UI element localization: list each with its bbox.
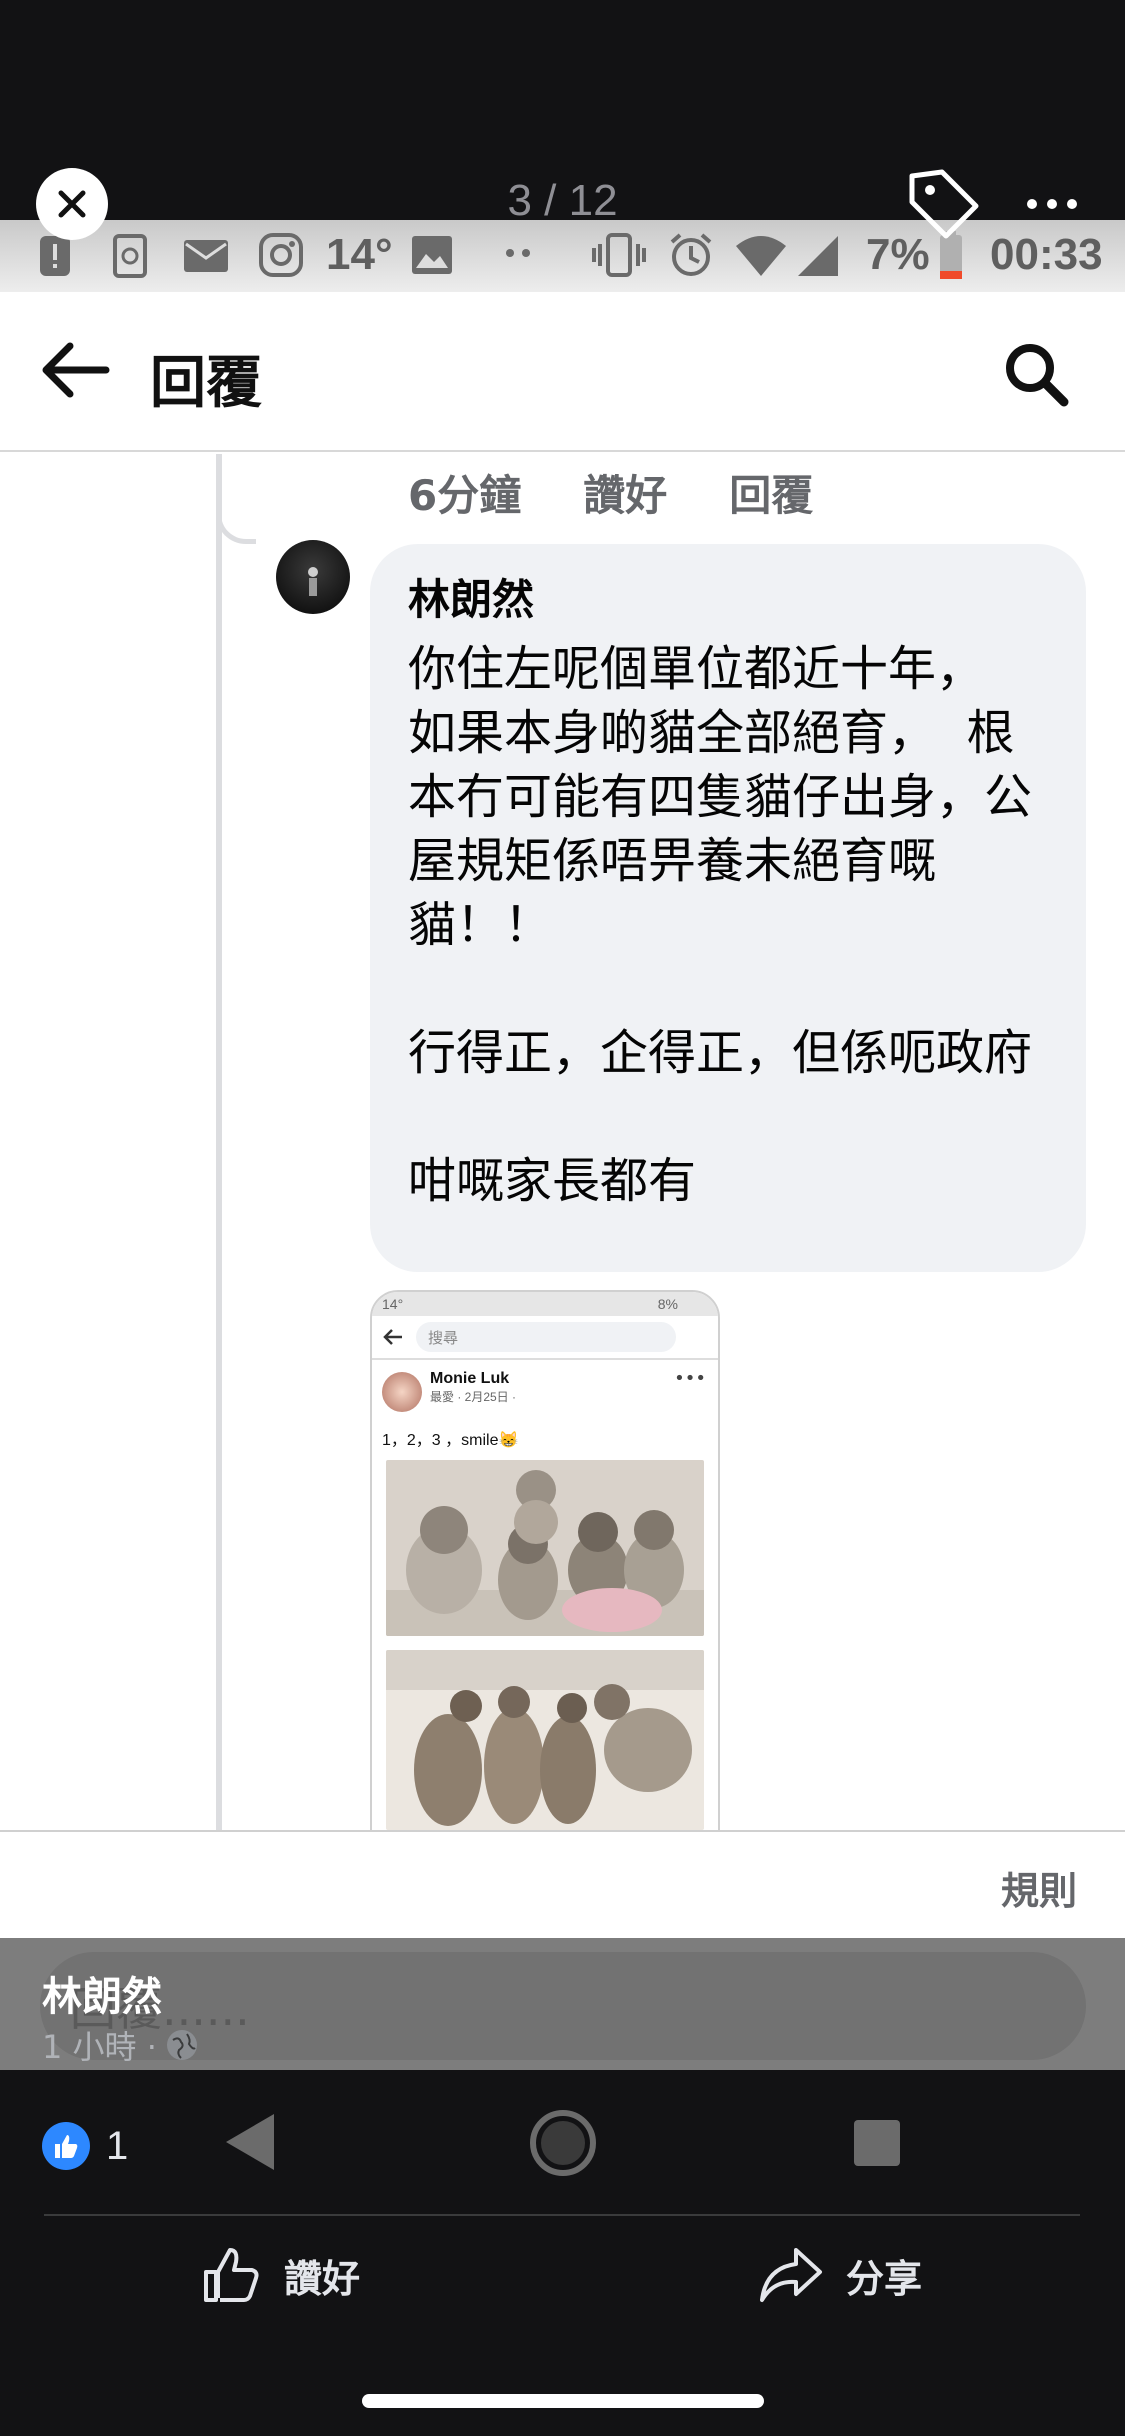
divider: [44, 2214, 1080, 2216]
wifi-icon: [734, 232, 788, 278]
reaction-count: 1: [106, 2123, 129, 2168]
instagram-icon: [258, 232, 304, 278]
search-button[interactable]: [1000, 338, 1072, 410]
search-icon: [1006, 344, 1069, 407]
tag-icon: [909, 169, 979, 239]
square-recents-icon: [854, 2120, 900, 2166]
post-owner-meta: 1 小時 ·: [42, 2022, 199, 2068]
more-options-button[interactable]: [1022, 180, 1082, 228]
thread-line: [216, 454, 222, 1854]
cat-photo-1: [386, 1460, 704, 1636]
back-button[interactable]: [36, 338, 112, 402]
navigation-bar: 1: [0, 2070, 1125, 2218]
comment-text: 你住左呢個單位都近十年， 如果本身啲貓全部絕育， 根本冇可能有四隻貓仔出身，公屋…: [408, 641, 1033, 1209]
more-icon: [1027, 199, 1077, 209]
system-home-button[interactable]: [528, 2108, 598, 2182]
system-recents-button[interactable]: [852, 2118, 902, 2172]
share-button[interactable]: 分享: [758, 2244, 922, 2306]
rules-bar: 規則: [0, 1830, 1125, 1938]
vibrate-icon: [590, 232, 648, 278]
comment-thread: 6分鐘 讚好 回覆 林朗然 你住左呢個單位都近十年， 如果本身啲貓全部絕育， 根…: [0, 454, 1125, 2054]
home-indicator[interactable]: [362, 2394, 764, 2408]
share-icon: [760, 2248, 822, 2302]
arrow-left-icon: [383, 1329, 402, 1345]
like-link[interactable]: 讚好: [583, 462, 667, 523]
more-icon: •••: [674, 1368, 706, 1389]
gallery-icon: [410, 234, 454, 276]
attachment-temperature: 14°: [382, 1296, 404, 1312]
alert-icon: [38, 234, 72, 278]
arrow-left-icon: [42, 342, 110, 398]
bottom-action-bar: 讚好 分享: [0, 2218, 1125, 2338]
previous-comment-actions: 6分鐘 讚好 回覆: [408, 462, 813, 523]
like-label: 讚好: [284, 2256, 361, 2301]
comment-author[interactable]: 林朗然: [408, 566, 1048, 627]
dots-icon: [504, 246, 534, 260]
like-button[interactable]: 讚好: [200, 2244, 360, 2306]
attachment-search-input: 搜尋: [416, 1322, 676, 1352]
rules-link[interactable]: 規則: [1001, 1860, 1077, 1915]
thread-connector: [216, 504, 256, 544]
circle-home-icon: [530, 2110, 596, 2176]
temperature: 14°: [326, 230, 393, 279]
comment-attachment-image[interactable]: 14° 8% 搜尋 Monie Luk 最愛 · 2月25日 · ••• 1，2…: [370, 1290, 720, 1850]
tag-button[interactable]: [902, 162, 984, 244]
attachment-status-bar: 14° 8%: [372, 1292, 718, 1316]
attachment-search-bar: 搜尋: [372, 1316, 718, 1360]
screenshot-icon: [112, 234, 148, 278]
mail-icon: [182, 238, 230, 274]
signal-icon: [796, 232, 840, 278]
comment-time: 6分鐘: [408, 471, 522, 520]
thumbs-up-icon: [204, 2248, 259, 2302]
app-bar: 回覆: [0, 292, 1125, 452]
like-reaction-icon: [42, 2122, 90, 2170]
attachment-post-text: 1，2，3 ，smile😸: [382, 1432, 519, 1449]
attachment-meta: 最愛 · 2月25日 ·: [430, 1390, 517, 1404]
attachment-battery: 8%: [657, 1296, 678, 1312]
reaction-summary[interactable]: 1: [42, 2122, 128, 2170]
attachment-avatar: [382, 1372, 422, 1412]
post-owner-name[interactable]: 林朗然: [42, 1964, 162, 2022]
system-back-button[interactable]: [222, 2110, 278, 2178]
attachment-post-header: Monie Luk 最愛 · 2月25日 · •••: [372, 1360, 718, 1422]
screenshot-image: 14° 7% 00:33 回覆 6分鐘 讚好 回覆 林朗然 你住左呢個單位都近十…: [0, 220, 1125, 2070]
globe-icon: [166, 2030, 197, 2060]
share-label: 分享: [846, 2256, 923, 2301]
alarm-icon: [668, 232, 714, 278]
triangle-back-icon: [226, 2114, 274, 2170]
post-time: 1 小時 ·: [42, 2028, 157, 2066]
cat-photo-2: [386, 1650, 704, 1830]
avatar[interactable]: [276, 540, 350, 614]
reply-link[interactable]: 回覆: [729, 462, 813, 523]
comment-bubble[interactable]: 林朗然 你住左呢個單位都近十年， 如果本身啲貓全部絕育， 根本冇可能有四隻貓仔出…: [370, 544, 1086, 1272]
page-title: 回覆: [150, 351, 262, 416]
clock: 00:33: [990, 230, 1103, 279]
